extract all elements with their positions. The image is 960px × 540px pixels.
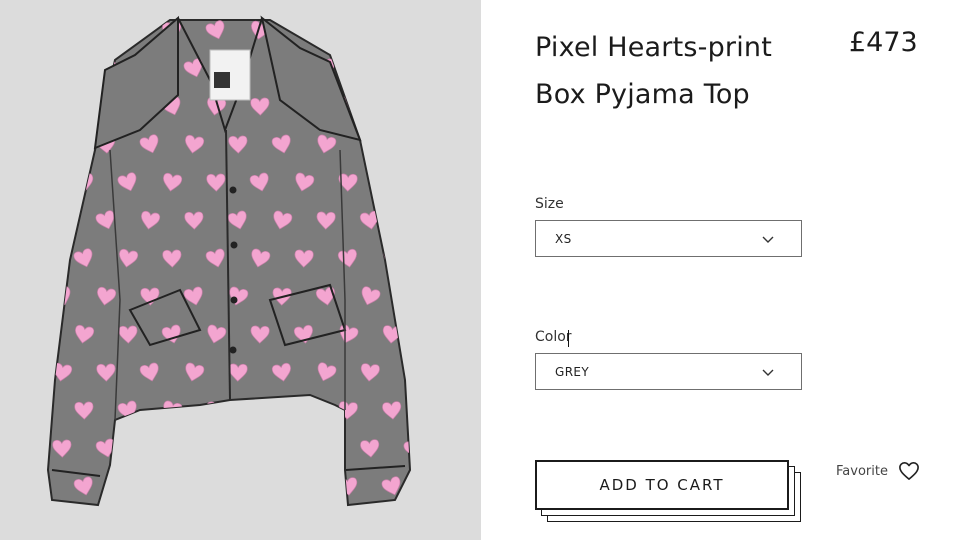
heart-pattern-motif — [294, 477, 314, 496]
product-image — [46, 15, 412, 507]
heart-pattern-motif — [48, 477, 50, 496]
heart-outline-icon — [899, 462, 919, 480]
add-to-cart-label: ADD TO CART — [599, 476, 725, 494]
heart-pattern-motif — [52, 135, 72, 154]
heart-pattern-motif — [405, 210, 410, 230]
size-label: Size — [535, 196, 564, 212]
heart-pattern-motif — [75, 20, 95, 40]
product-image-panel — [0, 0, 481, 540]
heart-pattern-motif — [48, 400, 51, 420]
chevron-down-icon — [762, 369, 774, 376]
color-select-value: GREY — [555, 365, 590, 379]
heart-pattern-motif — [381, 172, 401, 192]
heart-pattern-motif — [74, 97, 94, 116]
heart-pattern-motif — [249, 400, 269, 420]
heart-pattern-motif — [48, 324, 49, 344]
heart-pattern-motif — [273, 438, 293, 458]
heart-pattern-motif — [404, 59, 410, 78]
size-select[interactable]: XS — [535, 220, 802, 257]
heart-pattern-motif — [360, 135, 380, 154]
heart-pattern-motif — [404, 287, 410, 306]
heart-pattern-motif — [382, 97, 402, 116]
heart-pattern-motif — [118, 21, 138, 40]
favorite-label: Favorite — [836, 463, 888, 479]
add-to-cart-button[interactable]: ADD TO CART — [535, 460, 789, 510]
heart-pattern-motif — [404, 363, 410, 382]
heart-pattern-motif — [52, 211, 72, 230]
heart-pattern-motif — [162, 477, 182, 496]
heart-pattern-motif — [48, 20, 49, 40]
size-select-value: XS — [555, 232, 572, 246]
heart-pattern-motif — [337, 20, 357, 40]
heart-pattern-motif — [205, 476, 225, 496]
color-label: Color — [535, 329, 572, 345]
heart-pattern-motif — [361, 58, 381, 78]
heart-pattern-motif — [48, 96, 51, 116]
heart-pattern-motif — [403, 134, 410, 154]
heart-pattern-motif — [48, 173, 50, 192]
heart-pattern-motif — [141, 438, 161, 458]
favorite-button[interactable]: Favorite — [836, 461, 920, 481]
heart-pattern-motif — [119, 476, 139, 496]
product-price: £473 — [849, 27, 918, 58]
color-select[interactable]: GREY — [535, 353, 802, 390]
heart-pattern-motif — [53, 58, 73, 78]
heart-pattern-motif — [48, 249, 50, 268]
heart-pattern-motif — [227, 438, 247, 458]
heart-pattern-motif — [184, 439, 204, 458]
chevron-down-icon — [762, 236, 774, 243]
add-to-cart-group: ADD TO CART — [535, 460, 805, 524]
heart-pattern-motif — [251, 476, 271, 496]
text-cursor — [568, 330, 569, 347]
heart-pattern-motif — [295, 400, 315, 420]
product-title: Pixel Hearts-print Box Pyjama Top — [535, 32, 773, 110]
heart-pattern-motif — [316, 439, 336, 458]
heart-pattern-motif — [383, 20, 403, 40]
